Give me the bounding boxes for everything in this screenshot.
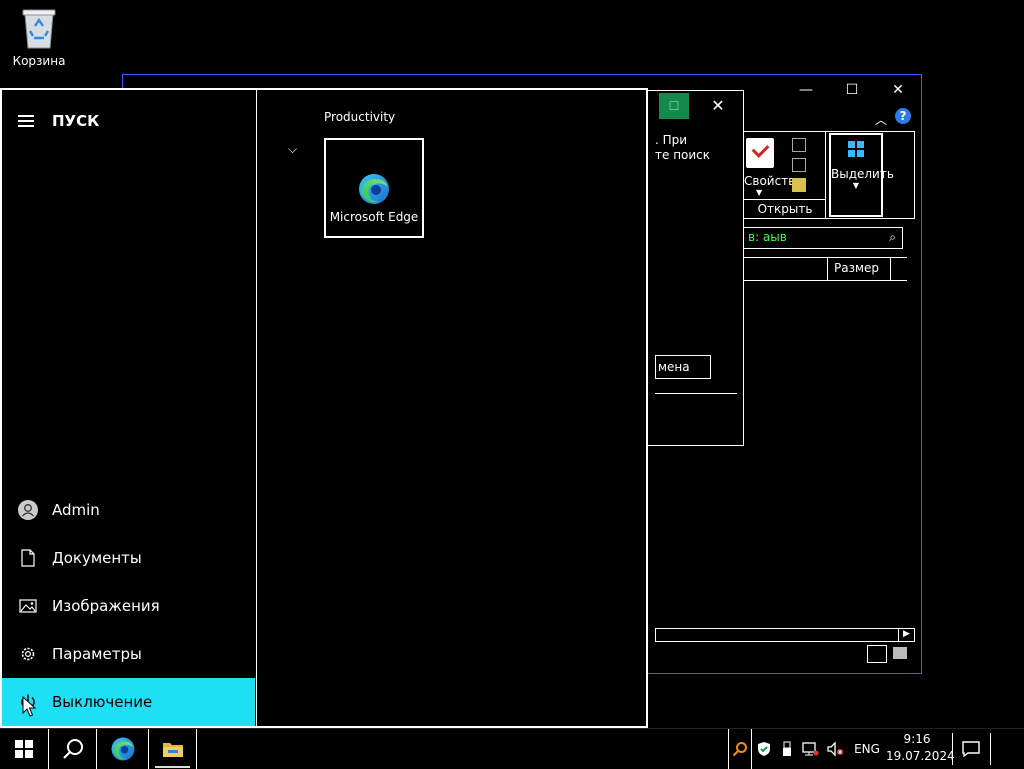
column-header-size[interactable]: Размер	[827, 257, 891, 281]
dialog-message-line1: . При	[655, 133, 688, 147]
start-menu: ПУСК Admin Документы Изображения Парамет…	[0, 88, 648, 728]
taskbar: ENG 9:16 19.07.2024	[0, 728, 1024, 769]
windows-logo-icon	[15, 740, 33, 758]
taskbar-explorer-button[interactable]	[148, 729, 196, 769]
folder-icon	[162, 743, 183, 757]
explorer-search-input[interactable]: в: аыв ⌕	[743, 227, 903, 249]
open-icon[interactable]	[792, 138, 806, 152]
network-icon[interactable]	[798, 729, 822, 769]
dialog-maximize-button[interactable]: ☐	[659, 93, 689, 119]
chevron-down-icon: ▼	[852, 181, 860, 190]
recycle-bin-label: Корзина	[12, 54, 66, 68]
large-icons-view-icon[interactable]	[893, 647, 907, 659]
start-item-label: Параметры	[52, 645, 142, 663]
start-item-label: Изображения	[52, 597, 160, 615]
ribbon-group-open: Свойства ▼ Открыть	[744, 132, 826, 218]
start-rail: ПУСК Admin Документы Изображения Парамет…	[2, 90, 257, 726]
chevron-down-icon[interactable]: ⌵	[288, 142, 297, 157]
clock-time: 9:16	[903, 732, 931, 746]
hamburger-icon[interactable]	[18, 115, 34, 127]
explorer-maximize-button[interactable]: ☐	[829, 75, 875, 105]
start-item-label: Admin	[52, 501, 100, 519]
tile-group-title: Productivity	[324, 110, 396, 124]
search-query: в: аыв	[748, 230, 787, 244]
explorer-minimize-button[interactable]: —	[783, 75, 829, 105]
select-grid-icon	[848, 141, 864, 157]
tray-search-icon[interactable]	[728, 729, 752, 769]
column-header-row: Размер	[743, 257, 907, 281]
recycle-bin-icon	[22, 9, 56, 49]
show-desktop-button[interactable]	[990, 733, 1024, 765]
clock-date: 19.07.2024	[886, 749, 955, 763]
start-item-label: Выключение	[52, 693, 153, 711]
horizontal-scrollbar[interactable]: ▶	[655, 628, 915, 642]
select-label: Выделить	[831, 167, 894, 181]
tile-label: Microsoft Edge	[329, 210, 419, 224]
usb-device-icon[interactable]	[776, 729, 798, 769]
taskbar-clock[interactable]: 9:16 19.07.2024	[886, 731, 955, 765]
select-button[interactable]: Выделить ▼	[829, 133, 894, 217]
pictures-icon	[18, 596, 38, 616]
edge-icon	[111, 737, 134, 761]
search-icon	[62, 739, 83, 759]
history-icon[interactable]	[792, 178, 806, 192]
explorer-close-button[interactable]: ✕	[875, 75, 921, 105]
start-item-power[interactable]: Выключение	[2, 678, 255, 726]
edge-icon	[359, 174, 389, 204]
start-title: ПУСК	[52, 112, 100, 130]
search-dialog[interactable]: ☐ ✕ . При те поиск мена	[640, 90, 744, 446]
document-icon	[18, 548, 38, 568]
notification-icon	[961, 741, 980, 757]
volume-muted-icon[interactable]	[822, 729, 848, 769]
ribbon-collapse-icon[interactable]: ︿	[875, 111, 887, 128]
start-header[interactable]: ПУСК	[18, 112, 99, 130]
cancel-button[interactable]: мена	[655, 355, 711, 379]
scroll-right-icon[interactable]: ▶	[898, 628, 914, 642]
start-item-pictures[interactable]: Изображения	[2, 582, 255, 630]
user-icon	[18, 500, 38, 520]
properties-check-icon	[746, 138, 774, 168]
chevron-down-icon[interactable]: ▼	[756, 188, 762, 197]
taskbar-divider	[196, 729, 197, 769]
start-button[interactable]	[0, 729, 48, 769]
start-item-user[interactable]: Admin	[2, 486, 255, 534]
dialog-divider	[655, 393, 737, 394]
dialog-message: . При те поиск	[655, 133, 710, 163]
gear-icon	[18, 644, 38, 664]
start-item-documents[interactable]: Документы	[2, 534, 255, 582]
dialog-message-line2: те поиск	[655, 148, 711, 162]
recycle-bin-desktop-icon[interactable]: Корзина	[8, 6, 70, 68]
search-icon[interactable]: ⌕	[889, 230, 896, 245]
dialog-close-button[interactable]: ✕	[703, 93, 733, 119]
mouse-cursor-icon	[22, 696, 36, 717]
input-language-indicator[interactable]: ENG	[850, 729, 884, 769]
taskbar-edge-button[interactable]	[96, 729, 148, 769]
action-center-button[interactable]	[952, 733, 988, 765]
details-view-icon[interactable]	[867, 645, 887, 663]
tile-microsoft-edge[interactable]: Microsoft Edge	[324, 138, 424, 238]
edit-icon[interactable]	[792, 158, 806, 172]
start-item-label: Документы	[52, 549, 142, 567]
taskbar-search-button[interactable]	[48, 729, 96, 769]
help-icon[interactable]: ?	[895, 108, 911, 124]
ribbon-group-open-label: Открыть	[744, 199, 826, 216]
security-shield-icon[interactable]	[752, 729, 776, 769]
start-item-settings[interactable]: Параметры	[2, 630, 255, 678]
